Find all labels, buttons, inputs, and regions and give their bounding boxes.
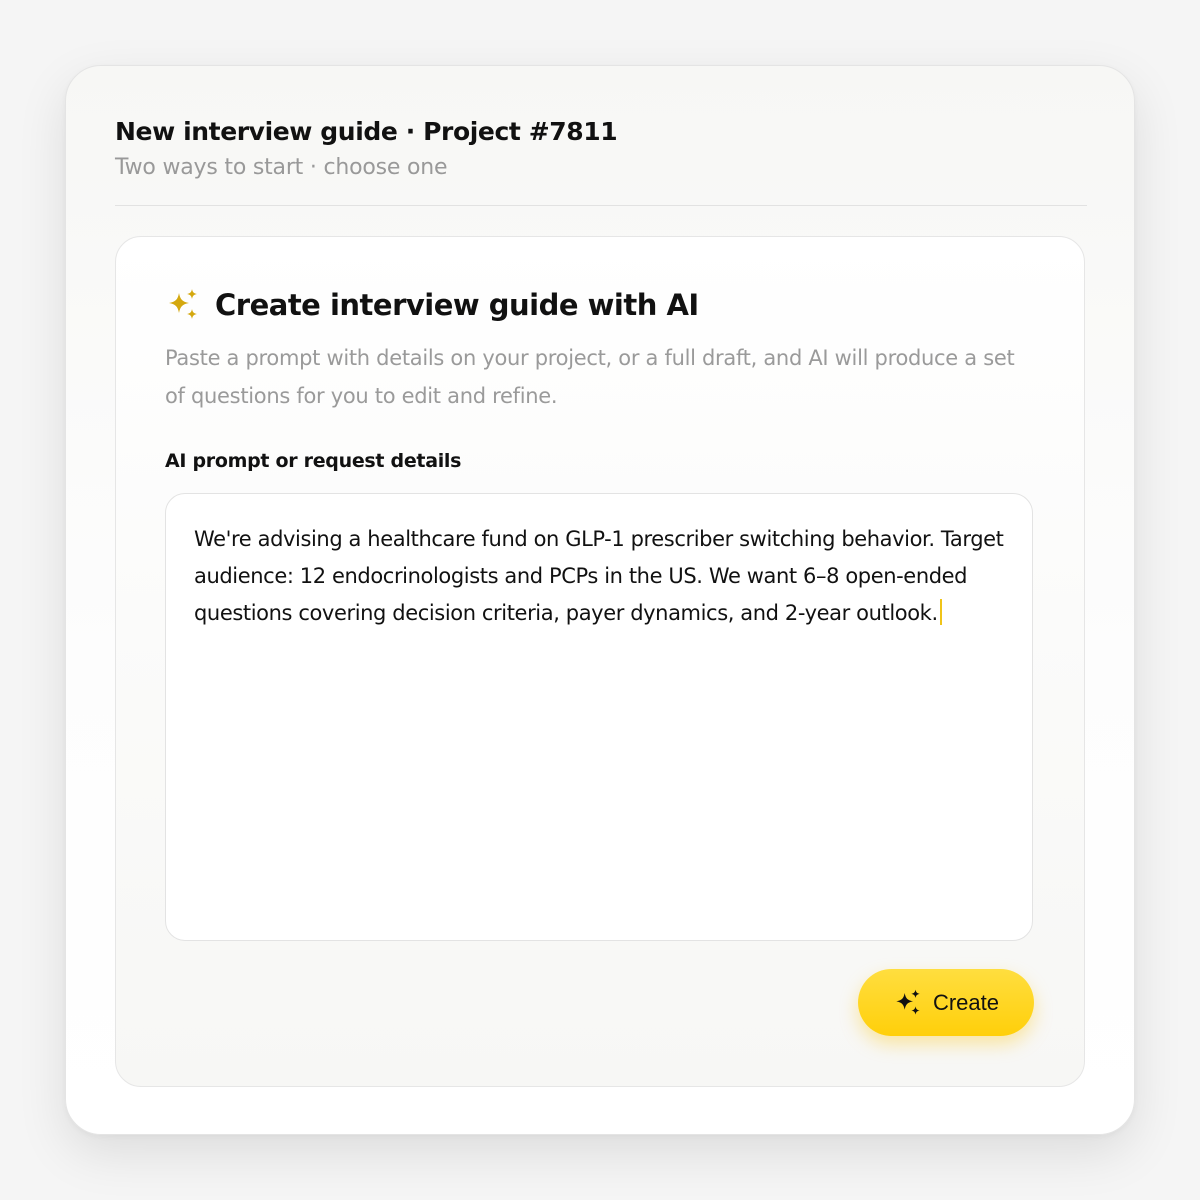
prompt-text: We're advising a healthcare fund on GLP-…: [194, 527, 1004, 625]
sparkles-icon: [893, 988, 923, 1018]
card-title: Create interview guide with AI: [215, 288, 699, 322]
ai-create-card: Create interview guide with AI Paste a p…: [115, 236, 1085, 1087]
card-header: Create interview guide with AI: [165, 287, 699, 323]
create-button-label: Create: [932, 989, 1000, 1015]
dialog-header: New interview guide · Project #7811 Two …: [115, 114, 1087, 184]
page-title: New interview guide · Project #7811: [115, 117, 618, 146]
prompt-field-label: AI prompt or request details: [165, 450, 462, 472]
card-description: Paste a prompt with details on your proj…: [165, 346, 1015, 408]
header-divider: [115, 205, 1087, 206]
page-subtitle: Two ways to start · choose one: [115, 155, 448, 180]
sparkles-icon: [165, 287, 201, 323]
text-caret: [939, 599, 942, 625]
dialog-panel: New interview guide · Project #7811 Two …: [65, 65, 1135, 1135]
prompt-textarea[interactable]: We're advising a healthcare fund on GLP-…: [165, 493, 1033, 941]
create-button[interactable]: Create: [858, 969, 1034, 1036]
